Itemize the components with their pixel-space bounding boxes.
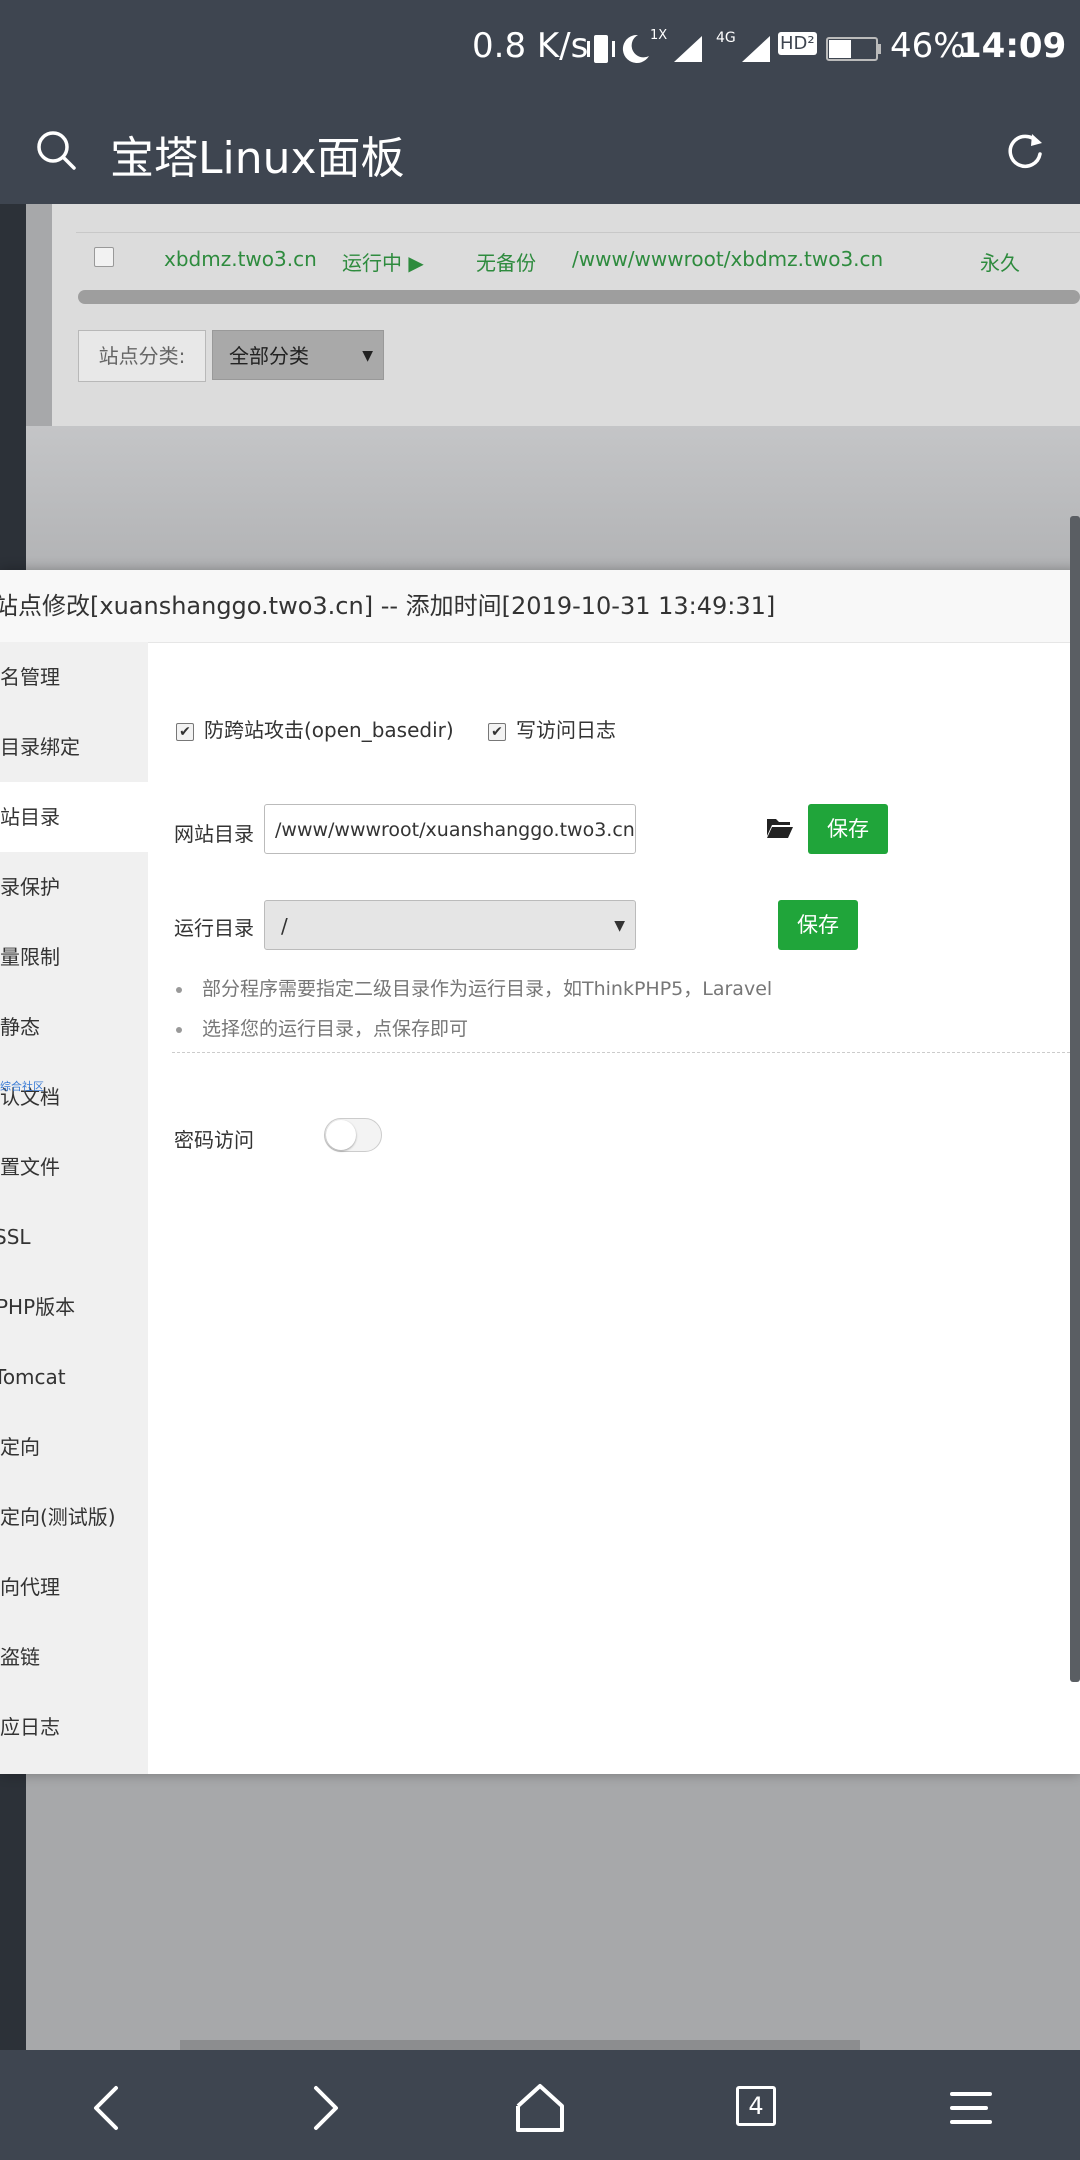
site-backup[interactable]: 无备份	[476, 247, 536, 276]
password-access-toggle[interactable]	[324, 1118, 382, 1152]
site-dir-label: 网站目录	[174, 822, 254, 846]
battery-icon	[826, 37, 881, 61]
access-log-checkbox[interactable]: ✔ 写访问日志	[488, 714, 616, 743]
sidebar-item-ssl[interactable]: SSL	[0, 1202, 148, 1272]
run-dir-label: 运行目录	[174, 916, 254, 940]
sidebar-item-label: PHP版本	[0, 1295, 76, 1319]
sidebar-item-label: 网站目录	[0, 805, 60, 829]
dialog-title-text: 站点修改[xuanshanggo.two3.cn] -- 添加时间[2019-1…	[0, 592, 776, 620]
dropdown-arrow-icon: ▼	[362, 348, 373, 364]
sidebar-item-label: 重定向(测试版)	[0, 1505, 116, 1529]
vibrate-icon	[587, 35, 615, 63]
tip-item: 选择您的运行目录，点保存即可	[176, 1014, 468, 1041]
sidebar-item-label: 防盗链	[0, 1645, 40, 1669]
save-site-dir-button[interactable]: 保存	[808, 804, 888, 854]
sidebar-item-label: 配置文件	[0, 1155, 60, 1179]
network-1x-label: 1X	[650, 28, 668, 43]
sidebar-item-reverse-proxy[interactable]: 反向代理	[0, 1552, 148, 1622]
page-vertical-scrollbar[interactable]	[1070, 516, 1080, 1682]
sidebar-item-config-file[interactable]: 配置文件	[0, 1132, 148, 1202]
sidebar-item-label: 重定向	[0, 1435, 40, 1459]
tabs-count: 4	[748, 2092, 764, 2120]
sidebar-item-label: SSL	[0, 1225, 31, 1249]
network-4g-label: 4G	[716, 30, 736, 46]
password-access-label: 密码访问	[174, 1128, 254, 1152]
sidebar-item-hotlink[interactable]: 防盗链	[0, 1622, 148, 1692]
sidebar-item-redirect-beta[interactable]: 重定向(测试版)	[0, 1482, 148, 1552]
site-status[interactable]: 运行中 ▶	[342, 247, 424, 276]
status-bar: 0.8 K/s 1X 4G HD² 46% 14:09	[0, 0, 1080, 100]
run-dir-value: /	[281, 914, 288, 938]
menu-icon[interactable]	[944, 2080, 1000, 2136]
watermark: 综合社区	[0, 1080, 44, 1093]
run-dir-select[interactable]: / ▼	[264, 900, 636, 950]
dialog-title: 站点修改[xuanshanggo.two3.cn] -- 添加时间[2019-1…	[0, 570, 1080, 643]
sidebar-item-default-doc[interactable]: 默认文档 综合社区	[0, 1062, 148, 1132]
open-basedir-checkbox[interactable]: ✔ 防跨站攻击(open_basedir)	[176, 714, 454, 743]
sidebar-item-label: 子目录绑定	[0, 735, 80, 759]
toggle-knob	[326, 1120, 356, 1150]
site-path[interactable]: /www/wwwroot/xbdmz.two3.cn	[572, 247, 883, 271]
moon-icon	[622, 34, 649, 63]
checkbox-checked-icon: ✔	[176, 722, 194, 741]
save-run-dir-button[interactable]: 保存	[778, 900, 858, 950]
sidebar-item-redirect[interactable]: 重定向	[0, 1412, 148, 1482]
tip-text: 选择您的运行目录，点保存即可	[202, 1018, 469, 1040]
sidebar-item-domain[interactable]: 域名管理	[0, 642, 148, 712]
refresh-icon[interactable]	[1004, 130, 1046, 172]
site-dir-input[interactable]: /www/wwwroot/xuanshanggo.two3.cn/public	[264, 804, 636, 854]
table-horizontal-scrollbar[interactable]	[78, 290, 1080, 304]
category-select-value: 全部分类	[229, 344, 309, 368]
background-overlay	[26, 426, 1080, 570]
sidebar-item-response-log[interactable]: 响应日志	[0, 1692, 148, 1762]
signal-icon-2	[742, 36, 770, 62]
sidebar-item-label: 反向代理	[0, 1575, 60, 1599]
checkbox-checked-icon: ✔	[488, 722, 506, 741]
site-expiry[interactable]: 永久	[980, 247, 1020, 276]
sidebar-item-label: 域名管理	[0, 665, 60, 689]
site-edit-dialog: 站点修改[xuanshanggo.two3.cn] -- 添加时间[2019-1…	[0, 570, 1080, 1774]
battery-percent: 46%	[890, 26, 966, 66]
forward-icon[interactable]	[296, 2080, 352, 2136]
page-horizontal-scrollbar[interactable]	[180, 2040, 860, 2050]
app-bar: 宝塔Linux面板	[0, 100, 1080, 204]
sidebar-item-traffic-limit[interactable]: 流量限制	[0, 922, 148, 992]
site-list-card: xbdmz.two3.cn 运行中 ▶ 无备份 /www/wwwroot/xbd…	[52, 204, 1080, 426]
tip-text: 部分程序需要指定二级目录作为运行目录，如ThinkPHP5，Laravel	[202, 978, 773, 1000]
sidebar-item-label: 响应日志	[0, 1715, 60, 1739]
category-label: 站点分类:	[78, 330, 206, 382]
browser-nav-bar: 4	[0, 2050, 1080, 2160]
dialog-sidebar: 域名管理 子目录绑定 网站目录 目录保护 流量限制 伪静态 默认文档 综合社区 …	[0, 642, 148, 1774]
sidebar-item-label: Tomcat	[0, 1365, 66, 1389]
signal-icon-1	[674, 36, 702, 62]
sidebar-item-site-dir[interactable]: 网站目录	[0, 782, 148, 852]
clock: 14:09	[958, 26, 1067, 66]
site-domain-link[interactable]: xbdmz.two3.cn	[164, 247, 317, 271]
dialog-content: ✔ 防跨站攻击(open_basedir) ✔ 写访问日志 网站目录 /www/ww…	[148, 642, 1080, 1774]
network-speed: 0.8 K/s	[472, 26, 589, 66]
hd-badge: HD²	[778, 32, 817, 55]
sidebar-item-dir-protect[interactable]: 目录保护	[0, 852, 148, 922]
sidebar-item-tomcat[interactable]: Tomcat	[0, 1342, 148, 1412]
divider	[172, 1052, 1080, 1053]
dropdown-arrow-icon: ▼	[614, 918, 625, 934]
tip-item: 部分程序需要指定二级目录作为运行目录，如ThinkPHP5，Laravel	[176, 974, 772, 1001]
open-basedir-label: 防跨站攻击(open_basedir)	[204, 718, 454, 742]
category-select[interactable]: 全部分类 ▼	[212, 330, 384, 380]
home-icon[interactable]	[512, 2080, 568, 2136]
sidebar-item-label: 流量限制	[0, 945, 60, 969]
sidebar-item-php-version[interactable]: PHP版本	[0, 1272, 148, 1342]
access-log-label: 写访问日志	[516, 718, 616, 742]
tabs-button[interactable]: 4	[736, 2086, 776, 2126]
sidebar-item-rewrite[interactable]: 伪静态	[0, 992, 148, 1062]
back-icon[interactable]	[80, 2080, 136, 2136]
row-checkbox[interactable]	[94, 247, 114, 267]
sidebar-item-label: 伪静态	[0, 1015, 40, 1039]
table-row[interactable]: xbdmz.two3.cn 运行中 ▶ 无备份 /www/wwwroot/xbd…	[76, 232, 1080, 289]
search-icon[interactable]	[34, 128, 78, 172]
sidebar-item-subdir[interactable]: 子目录绑定	[0, 712, 148, 782]
folder-open-icon[interactable]	[766, 816, 794, 840]
sidebar-item-label: 目录保护	[0, 875, 60, 899]
app-title: 宝塔Linux面板	[110, 133, 405, 184]
